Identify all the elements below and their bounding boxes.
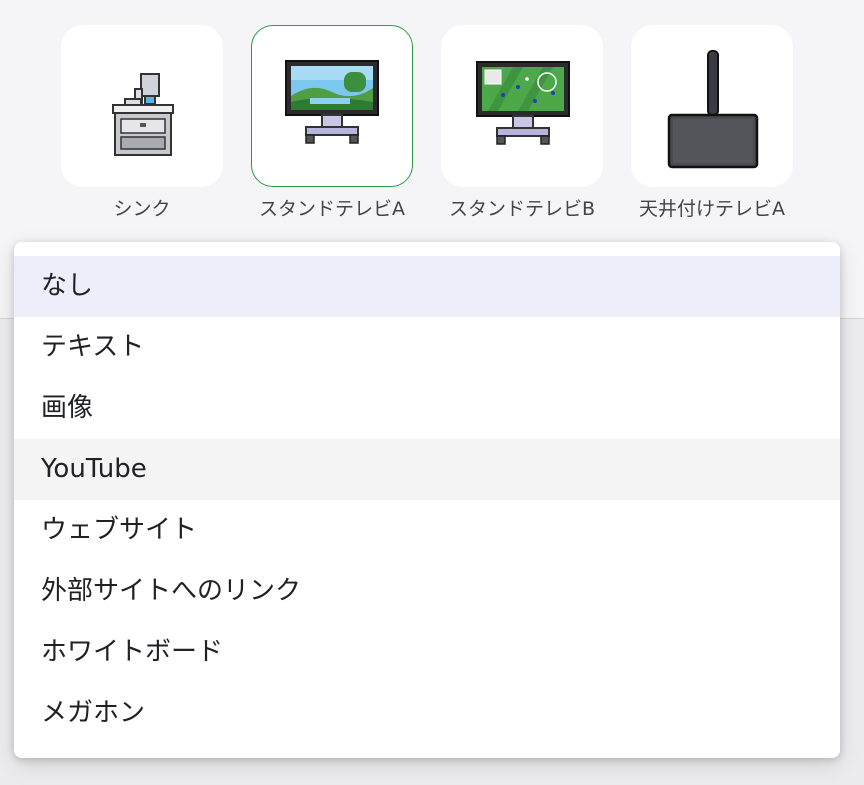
furniture-label-stand-tv-b: スタンドテレビB bbox=[448, 198, 596, 220]
stand-tv-landscape-icon bbox=[285, 60, 379, 144]
furniture-tile-sink[interactable] bbox=[61, 25, 223, 187]
content-type-menu: なし テキスト 画像 YouTube ウェブサイト 外部サイトへのリンク ホワイ… bbox=[14, 242, 840, 758]
furniture-label-ceiling-tv-a: 天井付けテレビA bbox=[639, 198, 785, 220]
menu-item-youtube[interactable]: YouTube bbox=[14, 439, 840, 500]
menu-item-external-link[interactable]: 外部サイトへのリンク bbox=[14, 561, 840, 622]
furniture-label-stand-tv-a: スタンドテレビA bbox=[259, 198, 405, 220]
menu-item-none[interactable]: なし bbox=[14, 256, 840, 317]
ceiling-tv-icon bbox=[667, 50, 759, 169]
furniture-label-sink: シンク bbox=[113, 198, 171, 220]
furniture-tile-stand-tv-b[interactable] bbox=[441, 25, 603, 187]
furniture-tile-ceiling-tv-a[interactable] bbox=[631, 25, 793, 187]
furniture-picker: シンク スタンドテレビA スタンドテレビB 天井付けテレビA bbox=[0, 0, 864, 240]
menu-item-megaphone[interactable]: メガホン bbox=[14, 683, 840, 744]
menu-item-website[interactable]: ウェブサイト bbox=[14, 500, 840, 561]
menu-item-whiteboard[interactable]: ホワイトボード bbox=[14, 622, 840, 683]
furniture-tile-stand-tv-a[interactable] bbox=[251, 25, 413, 187]
stand-tv-soccer-icon bbox=[476, 61, 570, 145]
menu-item-text[interactable]: テキスト bbox=[14, 317, 840, 378]
sink-icon bbox=[112, 73, 174, 156]
menu-item-image[interactable]: 画像 bbox=[14, 378, 840, 439]
